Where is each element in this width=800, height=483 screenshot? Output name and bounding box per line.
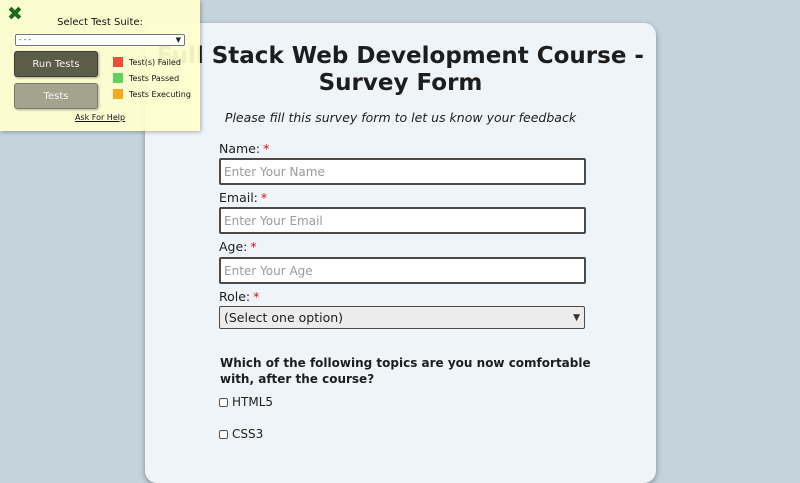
tests-button[interactable]: Tests <box>14 83 98 109</box>
page-title: Full Stack Web Development Course - Surv… <box>157 43 644 96</box>
failed-swatch <box>113 57 123 67</box>
required-mark: * <box>250 239 257 254</box>
checkbox[interactable] <box>219 397 228 407</box>
chevron-down-icon: ▼ <box>175 36 181 44</box>
topic-label: HTML5 <box>232 395 274 409</box>
suite-label: Select Test Suite: <box>57 17 143 28</box>
topic-option-css3[interactable]: CSS3 <box>219 427 263 441</box>
age-input[interactable] <box>219 257 586 284</box>
checkbox[interactable] <box>219 429 228 439</box>
required-mark: * <box>260 190 268 205</box>
topic-label: CSS3 <box>232 427 264 441</box>
run-tests-button[interactable]: Run Tests <box>14 51 98 77</box>
required-mark: * <box>263 141 270 156</box>
role-label: Role: * <box>219 289 260 304</box>
name-input[interactable] <box>219 158 586 185</box>
passed-swatch <box>113 73 123 83</box>
age-label: Age: * <box>219 239 257 254</box>
chevron-down-icon: ▼ <box>573 312 580 323</box>
name-label: Name: * <box>219 141 270 156</box>
topic-option-html5[interactable]: HTML5 <box>219 395 273 409</box>
ask-for-help-link[interactable]: Ask For Help <box>0 113 200 122</box>
email-input[interactable] <box>219 207 586 234</box>
role-select-value: (Select one option) <box>224 310 344 325</box>
survey-card: Full Stack Web Development Course - Surv… <box>145 23 656 483</box>
legend-item-passed: Tests Passed <box>113 73 179 83</box>
email-label: Email: * <box>219 190 268 205</box>
suite-select-value: - - - <box>19 36 32 44</box>
test-suite-select[interactable]: - - - ▼ <box>15 34 185 46</box>
test-suite-panel: ✖ Select Test Suite: - - - ▼ Run Tests T… <box>0 0 200 131</box>
legend-item-executing: Tests Executing <box>113 89 191 99</box>
required-mark: * <box>253 289 260 304</box>
page-description: Please fill this survey form to let us k… <box>224 110 577 125</box>
role-select[interactable]: (Select one option) ▼ <box>219 306 585 329</box>
topics-question: Which of the following topics are you no… <box>220 356 591 386</box>
executing-swatch <box>113 89 123 99</box>
legend-item-failed: Test(s) Failed <box>113 57 181 67</box>
